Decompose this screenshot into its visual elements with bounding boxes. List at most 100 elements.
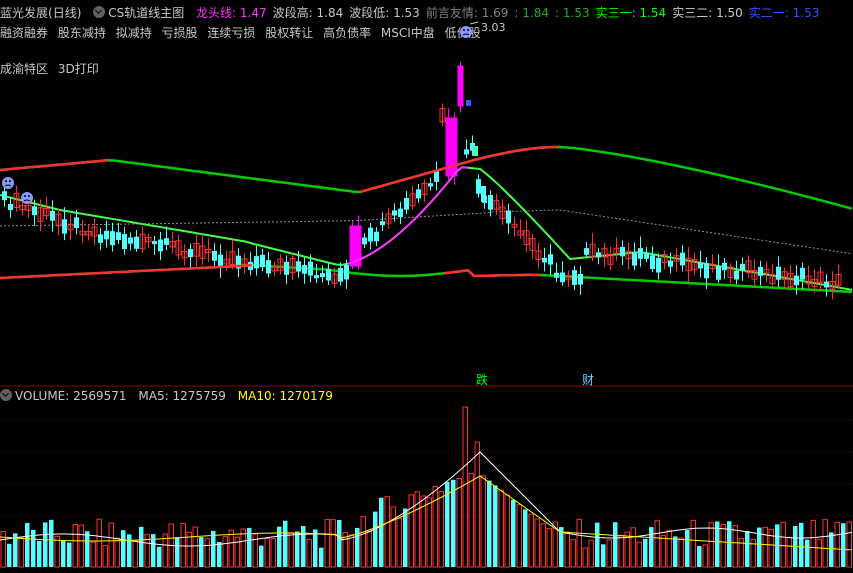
volume-bar[interactable] [319, 547, 324, 567]
volume-bar[interactable] [264, 537, 270, 568]
volume-bar[interactable] [379, 497, 384, 567]
candle-body[interactable] [680, 252, 685, 266]
candle-body[interactable] [398, 208, 403, 217]
candle-body[interactable] [110, 231, 115, 246]
volume-bar[interactable] [180, 523, 186, 568]
candle-body[interactable] [104, 230, 109, 240]
event-marker[interactable]: 财 [582, 373, 594, 387]
volume-bar[interactable] [516, 504, 522, 568]
candle-body[interactable] [302, 264, 307, 274]
candle-body[interactable] [128, 237, 133, 244]
candle-body[interactable] [596, 252, 601, 258]
signal-face-icon[interactable] [21, 192, 33, 204]
candle-body[interactable] [464, 149, 469, 155]
candle-body[interactable] [722, 262, 727, 271]
candle-body[interactable] [349, 225, 356, 267]
candle-body[interactable] [548, 254, 553, 265]
candle-body[interactable] [704, 263, 709, 279]
volume-bar[interactable] [157, 546, 162, 567]
volume-bar[interactable] [96, 518, 102, 568]
volume-bar[interactable] [727, 521, 732, 567]
volume-bar[interactable] [78, 524, 84, 568]
volume-bar[interactable] [259, 545, 264, 567]
volume-bar[interactable] [786, 536, 792, 568]
volume-bar[interactable] [222, 536, 228, 568]
volume-bar[interactable] [528, 513, 534, 568]
candle-body[interactable] [212, 251, 217, 261]
volume-bar[interactable] [373, 511, 378, 567]
volume-bar[interactable] [618, 534, 624, 568]
candle-body[interactable] [800, 267, 805, 280]
candle-body[interactable] [50, 210, 55, 221]
volume-bars[interactable] [0, 406, 852, 568]
candle-body[interactable] [368, 227, 373, 242]
volume-bar[interactable] [841, 523, 846, 567]
candle-body[interactable] [74, 217, 79, 229]
volume-bar[interactable] [559, 527, 564, 567]
candle-body[interactable] [266, 260, 271, 274]
volume-bar[interactable] [697, 546, 702, 567]
candle-body[interactable] [320, 273, 325, 278]
candle-body[interactable] [380, 221, 385, 226]
volume-bar[interactable] [90, 541, 96, 568]
volume-bar[interactable] [601, 544, 606, 567]
candle-body[interactable] [473, 146, 478, 156]
volume-bar[interactable] [829, 532, 834, 567]
volume-bar[interactable] [7, 543, 12, 567]
volume-bar[interactable] [702, 544, 708, 568]
volume-bar[interactable] [61, 540, 66, 567]
signal-face-icon[interactable] [2, 177, 14, 189]
candle-body[interactable] [218, 254, 223, 268]
chevron-down-icon[interactable] [0, 389, 12, 401]
volume-bar[interactable] [360, 516, 366, 568]
volume-bar[interactable] [132, 539, 138, 568]
volume-bar[interactable] [564, 531, 570, 568]
candle-body[interactable] [620, 247, 625, 257]
volume-bar[interactable] [211, 530, 216, 567]
volume-bar[interactable] [673, 536, 678, 567]
volume-bar[interactable] [127, 534, 132, 567]
candle-body[interactable] [404, 197, 409, 210]
volume-bar[interactable] [480, 475, 486, 568]
volume-bar[interactable] [613, 522, 618, 567]
candle-body[interactable] [362, 237, 367, 245]
volume-bar[interactable] [534, 518, 540, 568]
candlesticks[interactable] [2, 61, 842, 300]
volume-bar[interactable] [720, 524, 726, 568]
volume-bar[interactable] [576, 518, 582, 568]
volume-bar[interactable] [805, 539, 810, 567]
candle-body[interactable] [158, 239, 163, 252]
candle-body[interactable] [481, 186, 486, 202]
volume-bar[interactable] [366, 530, 372, 568]
candle-body[interactable] [62, 219, 67, 234]
volume-bar[interactable] [462, 406, 468, 568]
volume-bar[interactable] [199, 537, 204, 567]
volume-bar[interactable] [690, 519, 696, 568]
volume-bar[interactable] [121, 530, 126, 567]
candle-body[interactable] [8, 203, 13, 211]
volume-bar[interactable] [834, 521, 840, 568]
candle-body[interactable] [584, 248, 589, 255]
candle-body[interactable] [716, 266, 721, 280]
candle-body[interactable] [734, 270, 739, 280]
candle-body[interactable] [326, 268, 331, 281]
candle-body[interactable] [572, 270, 577, 285]
candle-body[interactable] [2, 191, 7, 201]
volume-bar[interactable] [685, 530, 690, 567]
volume-bar[interactable] [426, 497, 432, 568]
volume-bar[interactable] [846, 521, 852, 568]
volume-bar[interactable] [636, 541, 642, 568]
volume-bar[interactable] [546, 528, 552, 568]
candle-body[interactable] [344, 265, 349, 280]
candle-body[interactable] [632, 252, 637, 266]
volume-bar[interactable] [540, 523, 546, 568]
candle-body[interactable] [794, 275, 799, 286]
candle-body[interactable] [638, 248, 643, 259]
candle-body[interactable] [457, 65, 464, 107]
volume-bar[interactable] [643, 538, 648, 567]
candle-body[interactable] [122, 234, 127, 250]
volume-bar[interactable] [498, 489, 504, 568]
volume-bar[interactable] [240, 528, 246, 568]
candle-body[interactable] [668, 260, 673, 267]
volume-bar[interactable] [217, 541, 222, 567]
